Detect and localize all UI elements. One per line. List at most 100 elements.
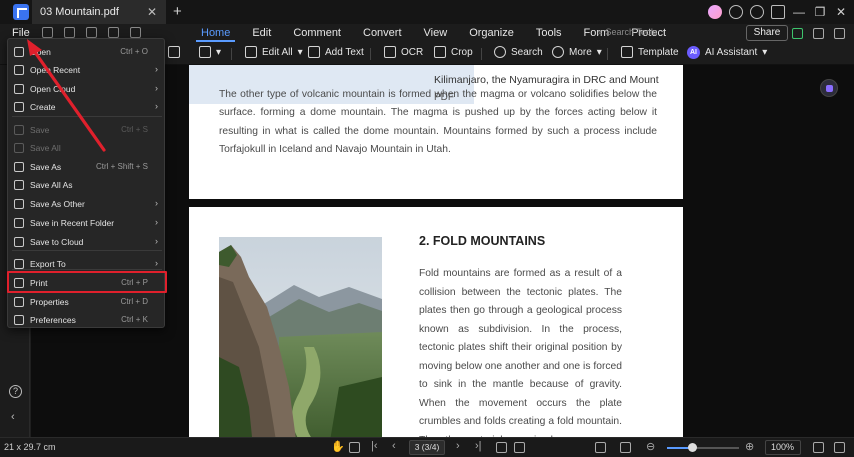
search-button[interactable]: Search bbox=[494, 46, 543, 58]
tab-convert[interactable]: Convert bbox=[352, 27, 413, 39]
crop-icon bbox=[434, 46, 446, 58]
zoom-out-icon[interactable]: ⊖ bbox=[646, 440, 655, 453]
more-icon bbox=[552, 46, 564, 58]
minimize-icon[interactable]: — bbox=[792, 5, 806, 19]
first-page-icon[interactable]: |‹ bbox=[371, 440, 378, 452]
tab-comment[interactable]: Comment bbox=[282, 27, 352, 39]
file-menu-item-save-in-recent-folder[interactable]: Save in Recent Folder › bbox=[8, 214, 166, 232]
file-menu-item-label: Save to Cloud bbox=[30, 237, 84, 247]
more-button[interactable]: More ▾ bbox=[552, 46, 602, 58]
save-icon[interactable] bbox=[64, 27, 75, 38]
file-menu-item-preferences[interactable]: Preferences Ctrl + K bbox=[8, 311, 166, 329]
hand-tool-icon[interactable]: ✋ bbox=[331, 440, 345, 453]
upload-icon[interactable] bbox=[813, 28, 824, 39]
tab-organize[interactable]: Organize bbox=[458, 27, 525, 39]
template-button[interactable]: Template bbox=[621, 46, 679, 58]
toolbar-divider bbox=[481, 48, 482, 60]
search-tools-input[interactable]: ⌕ Search Tools bbox=[598, 27, 657, 38]
section-heading: 2. FOLD MOUNTAINS bbox=[419, 234, 546, 248]
page-number-input[interactable]: 3 (3/4) bbox=[409, 440, 445, 455]
expand-icon[interactable] bbox=[834, 28, 845, 39]
file-menu-item-save-to-cloud[interactable]: Save to Cloud › bbox=[8, 233, 166, 251]
search-icon bbox=[494, 46, 506, 58]
view-mode-icon[interactable] bbox=[620, 442, 631, 453]
export-icon bbox=[14, 259, 24, 269]
file-menu-item-label: Save All bbox=[30, 143, 61, 153]
create-icon bbox=[14, 102, 24, 112]
last-page-icon[interactable]: ›| bbox=[475, 440, 482, 452]
file-menu-item-save-all-as[interactable]: Save All As bbox=[8, 176, 166, 194]
window-close-icon[interactable]: ✕ bbox=[834, 5, 848, 19]
chevron-left-icon[interactable]: ‹ bbox=[11, 411, 15, 423]
zoom-in-icon[interactable]: ⊕ bbox=[745, 440, 754, 453]
tab-view[interactable]: View bbox=[413, 27, 459, 39]
fit-page-icon[interactable] bbox=[496, 442, 507, 453]
save-as-icon bbox=[14, 162, 24, 172]
tab-home[interactable]: Home bbox=[190, 27, 241, 42]
highlight-tool[interactable] bbox=[168, 46, 180, 58]
add-text-button[interactable]: Add Text bbox=[308, 46, 364, 58]
file-menu-item-label: Preferences bbox=[30, 315, 76, 325]
file-menu-item-label: Export To bbox=[30, 259, 66, 269]
fullscreen-icon[interactable] bbox=[813, 442, 824, 453]
redo-icon[interactable] bbox=[130, 27, 141, 38]
page-layout-icon[interactable] bbox=[595, 442, 606, 453]
zoom-level-select[interactable]: 100% ▾ bbox=[765, 440, 801, 457]
tab-tools[interactable]: Tools bbox=[525, 27, 573, 39]
file-menu-item-label: Save All As bbox=[30, 180, 73, 190]
toolbar-divider bbox=[231, 48, 232, 60]
file-menu-item-create[interactable]: Create › bbox=[8, 98, 166, 116]
next-page-icon[interactable]: › bbox=[456, 440, 460, 452]
file-menu-item-open-cloud[interactable]: Open Cloud › bbox=[8, 80, 166, 98]
folder-icon bbox=[14, 218, 24, 228]
undo-icon[interactable] bbox=[108, 27, 119, 38]
app-logo-icon[interactable] bbox=[13, 4, 29, 20]
rectangle-icon bbox=[199, 46, 211, 58]
status-bar: 21 x 29.7 cm ✋ |‹ ‹ 3 (3/4) › ›| ⊖ ⊕ 100… bbox=[0, 437, 854, 457]
select-tool-icon[interactable] bbox=[349, 442, 360, 453]
save-as-other-icon bbox=[14, 199, 24, 209]
edit-all-button[interactable]: Edit All ▾ bbox=[245, 46, 303, 58]
file-menu-item-open-recent[interactable]: Open Recent › bbox=[8, 61, 166, 79]
rotate-icon[interactable] bbox=[514, 442, 525, 453]
zoom-slider-handle[interactable] bbox=[688, 443, 698, 452]
chevron-right-icon: › bbox=[155, 198, 158, 208]
menu-divider bbox=[12, 250, 162, 251]
cloud-sync-icon[interactable] bbox=[792, 28, 803, 39]
shape-tool[interactable]: ▾ bbox=[199, 46, 221, 58]
file-menu-item-label: Open Recent bbox=[30, 65, 81, 75]
prev-page-icon[interactable]: ‹ bbox=[392, 440, 396, 452]
open-icon[interactable] bbox=[42, 27, 53, 38]
document-tab[interactable]: 03 Mountain.pdf ✕ bbox=[32, 0, 166, 24]
chevron-right-icon: › bbox=[155, 83, 158, 93]
template-label: Template bbox=[638, 46, 679, 58]
print-icon[interactable] bbox=[86, 27, 97, 38]
search-label: Search bbox=[511, 46, 543, 58]
help-circle-icon[interactable] bbox=[750, 5, 764, 19]
new-tab-button[interactable]: + bbox=[173, 3, 182, 20]
bell-icon[interactable] bbox=[729, 5, 743, 19]
avatar[interactable] bbox=[708, 5, 722, 19]
zoom-slider[interactable] bbox=[667, 443, 739, 452]
read-mode-icon[interactable] bbox=[834, 442, 845, 453]
ai-assistant-button[interactable]: AI AI Assistant ▾ bbox=[687, 46, 767, 59]
crop-button[interactable]: Crop bbox=[434, 46, 473, 58]
close-tab-icon[interactable]: ✕ bbox=[147, 5, 157, 19]
file-menu-item-properties[interactable]: Properties Ctrl + D bbox=[8, 293, 166, 311]
file-menu-item-open[interactable]: Open Ctrl + O bbox=[8, 43, 166, 61]
shortcut-hint: Ctrl + K bbox=[121, 315, 148, 324]
ai-icon: AI bbox=[687, 46, 700, 59]
file-menu-item-save-as[interactable]: Save As Ctrl + Shift + S bbox=[8, 158, 166, 176]
tab-edit[interactable]: Edit bbox=[241, 27, 282, 39]
menu-divider bbox=[12, 269, 162, 270]
sidebar-toggle-icon[interactable] bbox=[771, 5, 785, 19]
share-button[interactable]: Share bbox=[746, 25, 788, 41]
ocr-button[interactable]: OCR bbox=[384, 46, 423, 58]
help-icon[interactable]: ? bbox=[9, 385, 22, 398]
open-file-icon bbox=[14, 47, 24, 57]
ai-float-icon[interactable] bbox=[820, 79, 838, 97]
restore-icon[interactable]: ❐ bbox=[813, 5, 827, 19]
file-menu-item-label: Save As Other bbox=[30, 199, 85, 209]
file-menu-item-save-as-other[interactable]: Save As Other › bbox=[8, 195, 166, 213]
save-all-icon bbox=[14, 143, 24, 153]
